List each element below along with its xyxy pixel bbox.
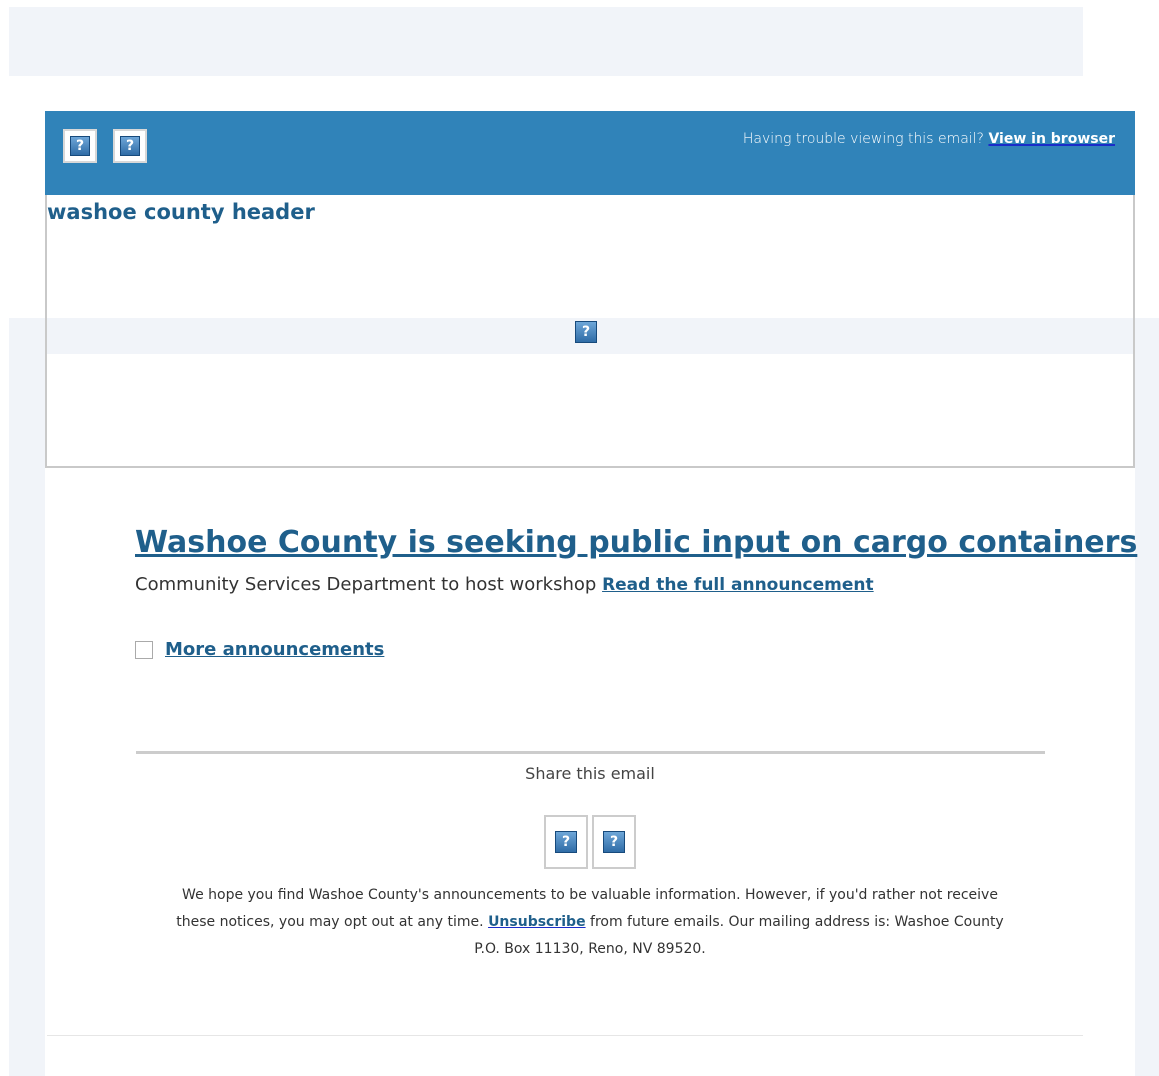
header-image-frame [45, 195, 1135, 468]
broken-image-icon: ? [603, 831, 625, 853]
share-email-label: Share this email [525, 764, 655, 783]
share-twitter-icon[interactable]: ? [592, 815, 636, 869]
trouble-text: Having trouble viewing this email? [742, 131, 984, 147]
email-header-bar: ? ? [45, 111, 1135, 195]
broken-image-placeholder [135, 640, 153, 659]
left-background-band [9, 318, 45, 1076]
announcement-summary: Community Services Department to host wo… [135, 574, 874, 595]
broken-image-icon[interactable]: ? [113, 129, 147, 163]
bottom-divider [47, 1035, 1083, 1036]
footer-disclaimer: We hope you find Washoe County's announc… [170, 882, 1010, 963]
top-preheader-band [9, 7, 1083, 76]
announcement-subtitle: Community Services Department to host wo… [135, 574, 597, 595]
announcement-headline-link[interactable]: Washoe County is seeking public input on… [135, 525, 1137, 560]
share-facebook-icon[interactable]: ? [544, 815, 588, 869]
broken-image-icon[interactable]: ? [63, 129, 97, 163]
header-image-alt-text: washoe county header [47, 200, 315, 224]
broken-image-icon: ? [555, 831, 577, 853]
footer-address: P.O. Box 11130, Reno, NV 89520. [474, 941, 706, 957]
right-background-band [1135, 318, 1159, 1076]
more-announcements-row: More announcements [135, 639, 384, 660]
read-full-announcement-link[interactable]: Read the full announcement [602, 575, 874, 595]
unsubscribe-link[interactable]: Unsubscribe [488, 914, 586, 930]
view-in-browser-notice: Having trouble viewing this email? View … [743, 131, 1115, 147]
view-in-browser-link[interactable]: View in browser [988, 131, 1115, 147]
more-announcements-link[interactable]: More announcements [165, 639, 384, 660]
footer-text-outro: from future emails. Our mailing address … [590, 914, 1004, 930]
section-divider [136, 751, 1045, 754]
